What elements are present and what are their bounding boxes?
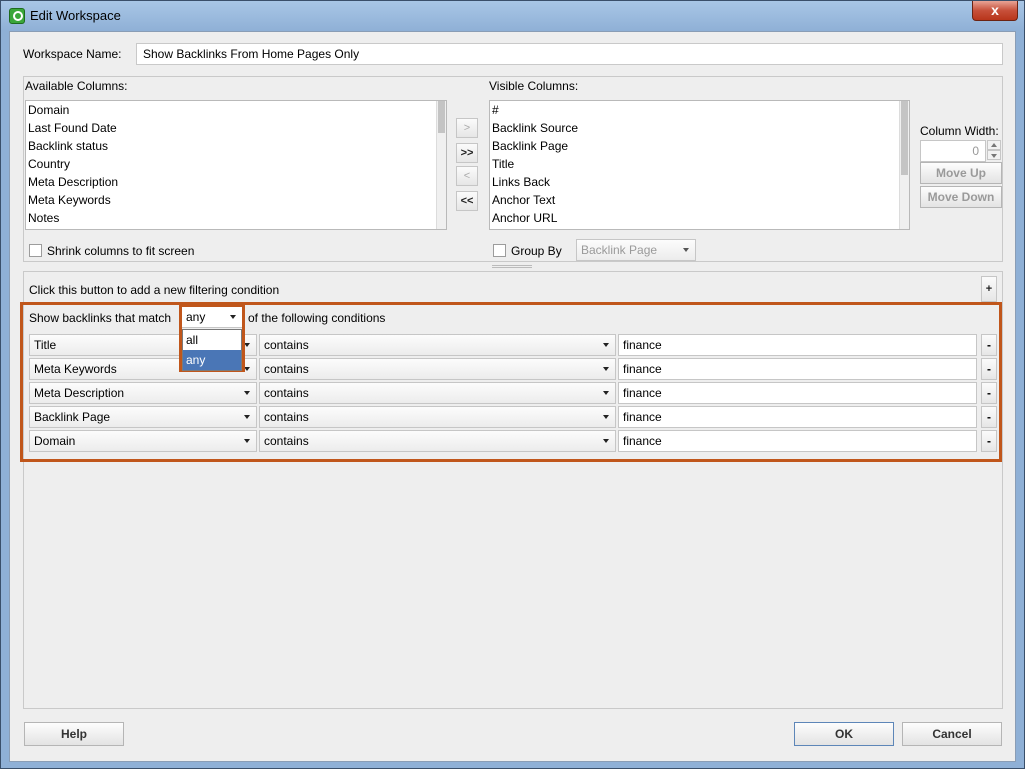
condition-operator-select[interactable]: contains [259, 406, 616, 428]
condition-operator-select[interactable]: contains [259, 358, 616, 380]
group-by-value: Backlink Page [581, 243, 658, 257]
column-width-label: Column Width: [920, 124, 999, 138]
window-title: Edit Workspace [30, 8, 121, 23]
visible-columns-list[interactable]: # Backlink Source Backlink Page Title Li… [489, 100, 910, 230]
condition-operator-select[interactable]: contains [259, 382, 616, 404]
available-columns-list[interactable]: Domain Last Found Date Backlink status C… [25, 100, 447, 230]
visible-columns-scrollbar[interactable] [899, 101, 909, 229]
condition-operator-value: contains [264, 338, 309, 352]
condition-field-value: Meta Keywords [34, 362, 117, 376]
move-left-button[interactable]: < [456, 166, 478, 186]
chevron-down-icon [603, 439, 609, 443]
condition-value-input[interactable]: finance [618, 430, 977, 452]
list-item[interactable]: Country [26, 155, 446, 173]
condition-field-value: Meta Description [34, 386, 125, 400]
ok-button[interactable]: OK [794, 722, 894, 746]
available-columns-scrollbar[interactable] [436, 101, 446, 229]
condition-field-select[interactable]: Meta Description [29, 382, 257, 404]
chevron-down-icon [603, 367, 609, 371]
close-button[interactable]: x [972, 1, 1018, 21]
shrink-columns-checkbox[interactable] [29, 244, 42, 257]
match-option-any[interactable]: any [183, 350, 241, 370]
condition-field-value: Domain [34, 434, 76, 448]
condition-operator-select[interactable]: contains [259, 430, 616, 452]
condition-field-value: Backlink Page [34, 410, 111, 424]
list-item[interactable]: # [490, 101, 909, 119]
condition-operator-value: contains [264, 434, 309, 448]
column-width-up-icon[interactable] [987, 140, 1001, 150]
match-option-all[interactable]: all [183, 330, 241, 350]
move-all-right-button[interactable]: >> [456, 143, 478, 163]
move-all-left-button[interactable]: << [456, 191, 478, 211]
move-up-button[interactable]: Move Up [920, 162, 1002, 184]
visible-columns-label: Visible Columns: [489, 79, 579, 93]
group-by-checkbox[interactable] [493, 244, 506, 257]
match-dropdown-list[interactable]: all any [182, 329, 242, 371]
shrink-columns-label: Shrink columns to fit screen [47, 244, 195, 258]
list-item[interactable]: Notes [26, 209, 446, 227]
list-item[interactable]: Title [490, 155, 909, 173]
condition-value-input[interactable]: finance [618, 358, 977, 380]
chevron-down-icon [244, 391, 250, 395]
match-prefix-label: Show backlinks that match [29, 311, 172, 325]
chevron-down-icon [244, 439, 250, 443]
list-item[interactable]: Backlink status [26, 137, 446, 155]
list-item[interactable]: Backlink Source [490, 119, 909, 137]
add-condition-hint: Click this button to add a new filtering… [29, 283, 280, 297]
list-item[interactable]: Anchor URL [490, 209, 909, 227]
title-bar[interactable]: Edit Workspace x [1, 1, 1024, 31]
condition-operator-select[interactable]: contains [259, 334, 616, 356]
list-item[interactable]: Links Back [490, 173, 909, 191]
splitter-handle[interactable] [492, 265, 532, 268]
condition-value-input[interactable]: finance [618, 382, 977, 404]
chevron-down-icon [603, 343, 609, 347]
scrollbar-thumb[interactable] [901, 101, 908, 175]
list-item[interactable]: Backlink Page [490, 137, 909, 155]
condition-field-select[interactable]: Domain [29, 430, 257, 452]
help-button[interactable]: Help [24, 722, 124, 746]
remove-condition-button[interactable]: - [981, 382, 997, 404]
condition-value-input[interactable]: finance [618, 334, 977, 356]
group-by-select[interactable]: Backlink Page [576, 239, 696, 261]
available-columns-label: Available Columns: [25, 79, 128, 93]
cancel-button[interactable]: Cancel [902, 722, 1002, 746]
chevron-down-icon [683, 248, 689, 252]
list-item[interactable]: Anchor Text [490, 191, 909, 209]
move-down-button[interactable]: Move Down [920, 186, 1002, 208]
column-width-down-icon[interactable] [987, 150, 1001, 160]
remove-condition-button[interactable]: - [981, 406, 997, 428]
match-suffix-label: of the following conditions [248, 311, 386, 325]
remove-condition-button[interactable]: - [981, 430, 997, 452]
list-item[interactable]: Meta Keywords [26, 191, 446, 209]
move-right-button[interactable]: > [456, 118, 478, 138]
workspace-name-label: Workspace Name: [23, 47, 122, 61]
group-by-label: Group By [511, 244, 562, 258]
remove-condition-button[interactable]: - [981, 334, 997, 356]
edit-workspace-window: Edit Workspace x Workspace Name: Show Ba… [0, 0, 1025, 769]
dialog-body: Workspace Name: Show Backlinks From Home… [9, 31, 1016, 762]
condition-field-select[interactable]: Backlink Page [29, 406, 257, 428]
list-item[interactable]: Last Found Date [26, 119, 446, 137]
list-item[interactable]: Meta Description [26, 173, 446, 191]
workspace-name-input[interactable]: Show Backlinks From Home Pages Only [136, 43, 1003, 65]
app-icon [9, 8, 25, 24]
chevron-down-icon [603, 415, 609, 419]
add-condition-button[interactable]: + [981, 276, 997, 302]
condition-operator-value: contains [264, 410, 309, 424]
condition-field-value: Title [34, 338, 57, 352]
scrollbar-thumb[interactable] [438, 101, 445, 133]
list-item[interactable]: Domain [26, 101, 446, 119]
column-width-input[interactable]: 0 [920, 140, 986, 162]
chevron-down-icon [603, 391, 609, 395]
chevron-down-icon [244, 415, 250, 419]
remove-condition-button[interactable]: - [981, 358, 997, 380]
condition-operator-value: contains [264, 386, 309, 400]
condition-operator-value: contains [264, 362, 309, 376]
condition-value-input[interactable]: finance [618, 406, 977, 428]
